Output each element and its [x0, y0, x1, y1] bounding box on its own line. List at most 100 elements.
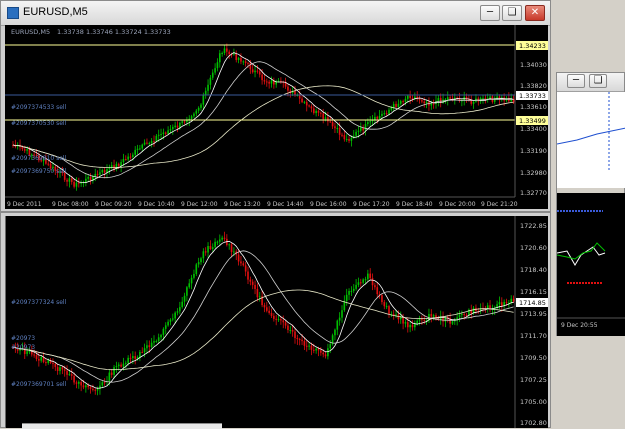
candle-body — [160, 334, 162, 338]
side-minimize-button[interactable]: ─ — [567, 74, 585, 88]
minimize-button[interactable]: ─ — [480, 5, 500, 21]
candle-body — [195, 110, 198, 114]
time-tick: 9 Dec 09:20 — [95, 201, 132, 208]
candle-body — [75, 382, 78, 384]
candle-body — [167, 321, 169, 326]
order-label[interactable]: #20973 — [11, 335, 35, 342]
order-label[interactable]: #2097369750 sell — [11, 168, 67, 175]
restore-button[interactable]: ❏ — [502, 5, 522, 21]
candle-body — [183, 121, 186, 123]
candle-body — [268, 310, 270, 313]
candle-body — [320, 350, 322, 353]
candle-body — [162, 132, 165, 134]
side-upper-background — [557, 92, 625, 188]
candle-body — [139, 148, 141, 150]
bottom-tab-strip[interactable] — [22, 423, 222, 429]
order-label[interactable]: #2097369701 sell — [11, 381, 67, 388]
top-ohlc-readout: 1.33738 1.33746 1.33724 1.33733 — [57, 28, 171, 36]
candle-body — [357, 282, 360, 285]
close-button[interactable]: ✕ — [525, 5, 545, 21]
candle-body — [254, 70, 256, 73]
candle-body — [244, 61, 247, 63]
level-price-label: 1.33499 — [519, 117, 546, 125]
candle-body — [301, 339, 303, 342]
candle-body — [73, 375, 75, 383]
candle-body — [320, 112, 322, 114]
candle-body — [115, 366, 118, 368]
candle-body — [174, 125, 176, 127]
price-tick: 1716.15 — [520, 288, 547, 296]
candle-body — [122, 158, 125, 163]
price-tick: 1.33190 — [520, 147, 547, 155]
candle-body — [404, 322, 407, 324]
candle-body — [96, 388, 99, 391]
candle-body — [218, 239, 221, 242]
candle-body — [411, 324, 414, 328]
candle-body — [85, 178, 87, 183]
candle-body — [92, 388, 94, 390]
time-tick: 9 Dec 21:20 — [481, 201, 518, 208]
candle-body — [160, 133, 162, 135]
window-title: EURUSD,M5 — [23, 6, 88, 18]
candle-body — [28, 351, 31, 353]
candle-body — [381, 113, 383, 116]
time-tick: 9 Dec 18:40 — [396, 201, 433, 208]
candle-body — [169, 319, 172, 322]
candle-body — [186, 120, 188, 123]
candle-body — [202, 251, 205, 259]
price-tick: 1718.40 — [520, 266, 547, 274]
candle-body — [211, 72, 214, 78]
candle-body — [381, 295, 383, 303]
candle-body — [99, 172, 101, 175]
candle-body — [141, 144, 144, 149]
candle-body — [73, 181, 75, 187]
candle-body — [348, 139, 350, 141]
candle-body — [489, 96, 491, 99]
candle-body — [305, 101, 308, 106]
candle-body — [148, 143, 151, 145]
candle-body — [242, 61, 245, 63]
candle-body — [108, 372, 111, 382]
order-label[interactable]: #20973 — [11, 344, 35, 351]
candle-body — [68, 178, 71, 182]
candle-body — [146, 142, 148, 144]
order-label[interactable]: #2097370530 sell — [11, 120, 67, 127]
order-label[interactable]: #2097377324 sell — [11, 299, 67, 306]
candle-body — [235, 53, 238, 60]
gold-price-chart[interactable]: #2097377324 sell #2097369701 sell #20973… — [5, 216, 548, 428]
candle-body — [336, 320, 339, 330]
main-window-titlebar[interactable]: EURUSD,M5 ─ ❏ ✕ — [1, 1, 550, 26]
candle-body — [310, 345, 313, 350]
candle-body — [169, 129, 172, 131]
candle-body — [446, 97, 449, 100]
candle-body — [230, 244, 233, 252]
candle-body — [197, 107, 200, 111]
side-window-titlebar[interactable]: ─ ❏ — [557, 73, 624, 92]
side-lower-chart[interactable]: 9 Dec 20:55 — [557, 193, 625, 336]
side-upper-chart[interactable] — [557, 92, 625, 188]
side-restore-button[interactable]: ❏ — [589, 74, 607, 88]
candle-body — [214, 68, 216, 73]
candle-body — [362, 279, 364, 283]
candle-body — [348, 290, 350, 295]
candle-body — [315, 348, 317, 351]
lower-chart-panel: #2097377324 sell #2097369701 sell #20973… — [0, 212, 551, 428]
eurusd-price-chart[interactable]: EURUSD,M5 1.33738 1.33746 1.33724 1.3373… — [5, 25, 548, 209]
order-label[interactable]: #2097374533 sell — [11, 104, 67, 111]
candle-body — [237, 57, 240, 60]
candle-body — [70, 374, 73, 376]
candle-body — [329, 121, 332, 123]
candle-body — [214, 241, 216, 248]
candle-body — [157, 337, 160, 342]
time-tick: 9 Dec 16:00 — [310, 201, 347, 208]
candle-body — [315, 110, 317, 114]
candle-body — [139, 351, 141, 358]
time-tick: 9 Dec 13:20 — [224, 201, 261, 208]
side-lower-background — [557, 193, 625, 336]
candle-body — [45, 362, 47, 364]
candle-body — [150, 342, 153, 347]
order-label[interactable]: #2097369810 sell — [11, 155, 67, 162]
candle-body — [451, 321, 454, 324]
candle-body — [369, 121, 372, 123]
candle-body — [218, 53, 221, 63]
